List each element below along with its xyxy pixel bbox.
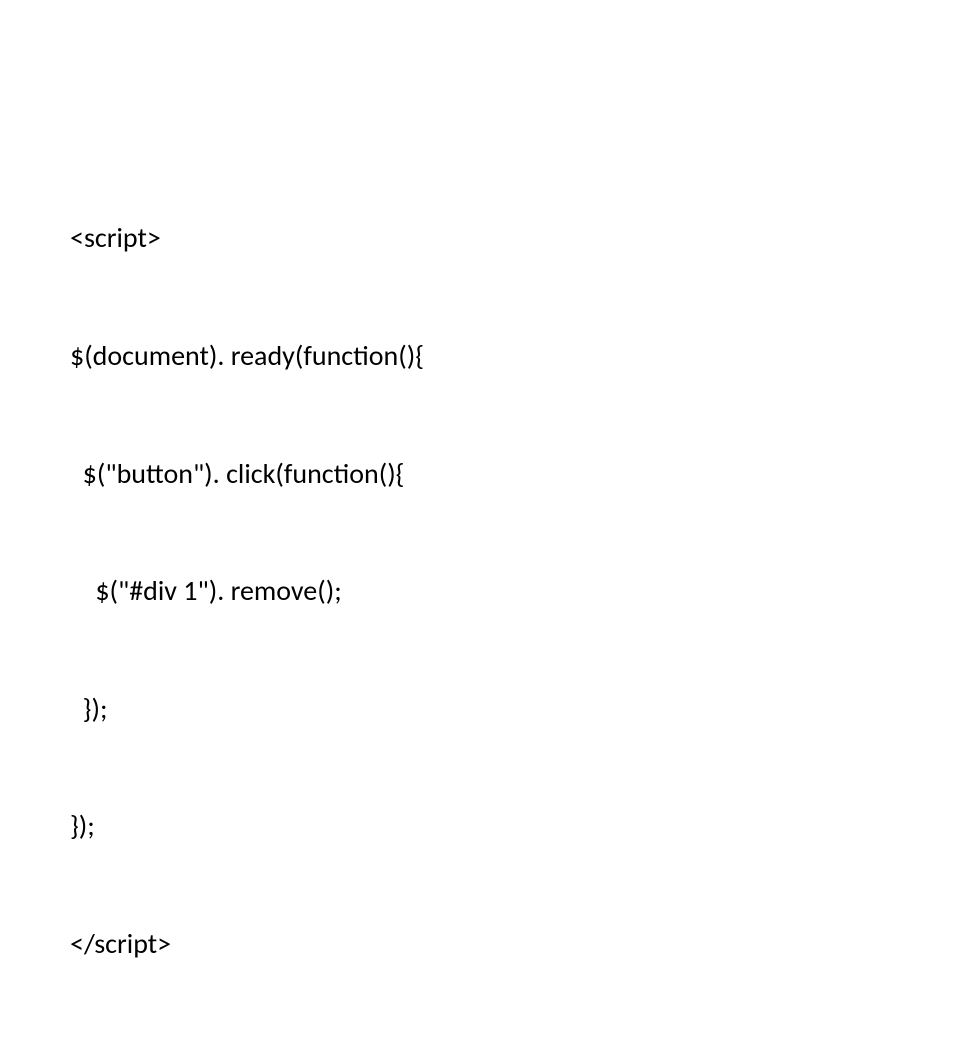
code-line: $("#div 1"). remove(); [70, 571, 424, 610]
code-block: <script> $(document). ready(function(){ … [70, 140, 424, 1041]
code-line: }); [70, 689, 424, 728]
code-line: </script> [70, 924, 424, 963]
code-line: <script> [70, 218, 424, 257]
code-line: $(document). ready(function(){ [70, 336, 424, 375]
code-line: }); [70, 806, 424, 845]
slide: <script> $(document). ready(function(){ … [0, 0, 960, 540]
code-line: $("button"). click(function(){ [70, 454, 424, 493]
